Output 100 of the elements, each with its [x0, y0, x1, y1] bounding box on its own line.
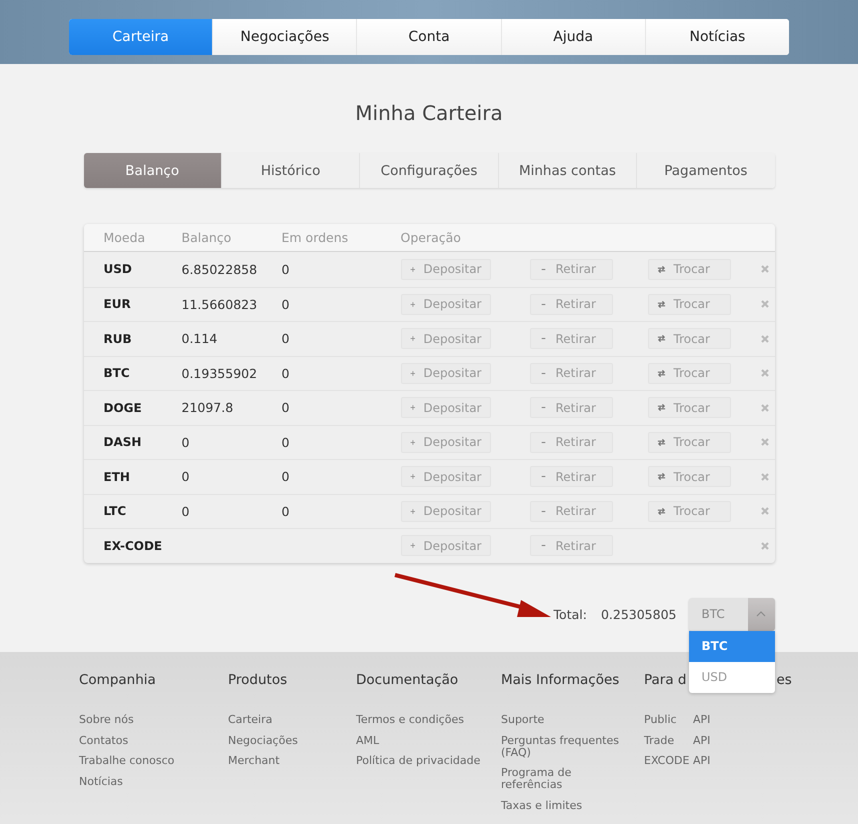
exchange-button[interactable]: Trocar	[648, 328, 730, 350]
total-label: Total:	[554, 606, 587, 622]
footer-link[interactable]: API	[693, 755, 710, 767]
swap-icon	[656, 472, 666, 482]
tab[interactable]: Minhas contas	[498, 153, 636, 188]
footer-link[interactable]: Perguntas frequentes (FAQ)	[501, 734, 626, 758]
footer-link[interactable]: Merchant	[228, 755, 353, 767]
close-icon[interactable]	[760, 264, 770, 274]
footer-link[interactable]: Carteira	[228, 714, 353, 726]
plus-icon	[410, 541, 416, 550]
column-header: Em ordens	[282, 230, 350, 245]
exchange-button[interactable]: Trocar	[648, 500, 730, 522]
deposit-button[interactable]: Depositar	[400, 294, 490, 315]
exchange-button[interactable]: Trocar	[648, 432, 730, 453]
deposit-button[interactable]: Depositar	[400, 432, 490, 453]
plus-icon	[410, 300, 416, 309]
orders-value: 0	[282, 434, 290, 450]
tab[interactable]: Configurações	[359, 153, 498, 188]
close-icon[interactable]	[760, 540, 770, 551]
nav-tab[interactable]: Negociações	[212, 19, 356, 55]
deposit-button[interactable]: Depositar	[400, 397, 490, 418]
withdraw-button[interactable]: Retirar	[530, 362, 612, 384]
footer-link[interactable]: Public	[644, 714, 693, 726]
deposit-button[interactable]: Depositar	[400, 466, 490, 488]
footer-link[interactable]: API	[693, 734, 710, 746]
footer-link[interactable]: Trabalhe conosco	[79, 755, 204, 767]
orders-value: 0	[282, 400, 290, 416]
footer-link[interactable]: Suporte	[501, 714, 626, 726]
plus-icon	[410, 368, 416, 378]
footer-link[interactable]: Sobre nós	[79, 714, 204, 726]
footer-heading: Companhia	[79, 672, 156, 690]
footer-link[interactable]: Negociações	[228, 734, 353, 746]
withdraw-button[interactable]: Retirar	[530, 432, 612, 453]
withdraw-button[interactable]: Retirar	[530, 258, 612, 280]
currency-code: RUB	[102, 332, 133, 346]
nav-tab[interactable]: Ajuda	[500, 19, 645, 55]
footer-heading: Mais Informações	[501, 672, 620, 690]
footer-link[interactable]: Programa de referências	[501, 767, 626, 791]
dropdown-option[interactable]: USD	[688, 662, 774, 692]
footer-link[interactable]: Trade	[644, 734, 693, 746]
close-icon[interactable]	[760, 506, 770, 516]
withdraw-button[interactable]: Retirar	[530, 328, 612, 350]
close-icon[interactable]	[760, 437, 770, 448]
currency-code: EUR	[102, 297, 132, 312]
footer-link[interactable]: AML	[356, 734, 481, 746]
footer-link[interactable]: EXCODE	[644, 755, 693, 767]
footer-link[interactable]: Política de privacidade	[356, 755, 481, 767]
exchange-button[interactable]: Trocar	[648, 362, 730, 384]
footer-link[interactable]: API	[693, 714, 710, 726]
close-icon[interactable]	[760, 472, 770, 482]
balance-value: 0.19355902	[182, 366, 258, 381]
swap-icon	[656, 264, 666, 274]
withdraw-button[interactable]: Retirar	[530, 397, 612, 418]
plus-icon	[410, 264, 416, 274]
deposit-button[interactable]: Depositar	[400, 535, 490, 556]
tab[interactable]: Balanço	[84, 153, 221, 188]
balance-value: 0	[182, 469, 190, 484]
swap-icon	[656, 334, 666, 344]
close-icon[interactable]	[760, 334, 770, 344]
currency-code: LTC	[102, 504, 128, 518]
swap-icon	[656, 300, 666, 309]
withdraw-button[interactable]: Retirar	[530, 500, 612, 522]
close-icon[interactable]	[760, 299, 770, 310]
deposit-button[interactable]: Depositar	[400, 328, 490, 350]
currency-select[interactable]: BTC	[688, 598, 774, 630]
currency-code: BTC	[102, 366, 131, 380]
swap-icon	[656, 368, 666, 378]
exchange-button[interactable]: Trocar	[648, 397, 730, 418]
plus-icon	[410, 438, 416, 447]
swap-icon	[656, 403, 666, 412]
withdraw-button[interactable]: Retirar	[530, 466, 612, 488]
tab[interactable]: Histórico	[220, 153, 360, 188]
dropdown-option[interactable]: BTC	[688, 630, 774, 662]
caret-icon	[756, 611, 766, 617]
nav-tab[interactable]: Conta	[356, 19, 501, 55]
tab[interactable]: Pagamentos	[636, 153, 774, 188]
orders-value: 0	[282, 331, 290, 346]
close-icon[interactable]	[760, 402, 770, 413]
footer-link[interactable]: Termos e condições	[356, 714, 481, 726]
currency-code: USD	[102, 262, 133, 276]
plus-icon	[410, 472, 416, 482]
deposit-button[interactable]: Depositar	[400, 362, 490, 384]
footer-link[interactable]: Taxas e limites	[501, 800, 626, 812]
close-icon[interactable]	[760, 368, 770, 378]
footer-link[interactable]: Contatos	[79, 734, 204, 746]
nav-tab[interactable]: Carteira	[69, 19, 212, 55]
balance-value: 21097.8	[182, 400, 234, 416]
exchange-button[interactable]: Trocar	[648, 258, 730, 280]
exchange-button[interactable]: Trocar	[648, 294, 730, 315]
deposit-button[interactable]: Depositar	[400, 258, 490, 280]
currency-code: ETH	[102, 470, 131, 484]
footer-heading: Produtos	[228, 672, 288, 690]
balance-value: 6.85022858	[182, 262, 258, 277]
withdraw-button[interactable]: Retirar	[530, 535, 612, 556]
swap-icon	[656, 506, 666, 516]
withdraw-button[interactable]: Retirar	[530, 294, 612, 315]
exchange-button[interactable]: Trocar	[648, 466, 730, 488]
footer-link[interactable]: Notícias	[79, 776, 204, 788]
deposit-button[interactable]: Depositar	[400, 500, 490, 522]
nav-tab[interactable]: Notícias	[644, 19, 789, 55]
